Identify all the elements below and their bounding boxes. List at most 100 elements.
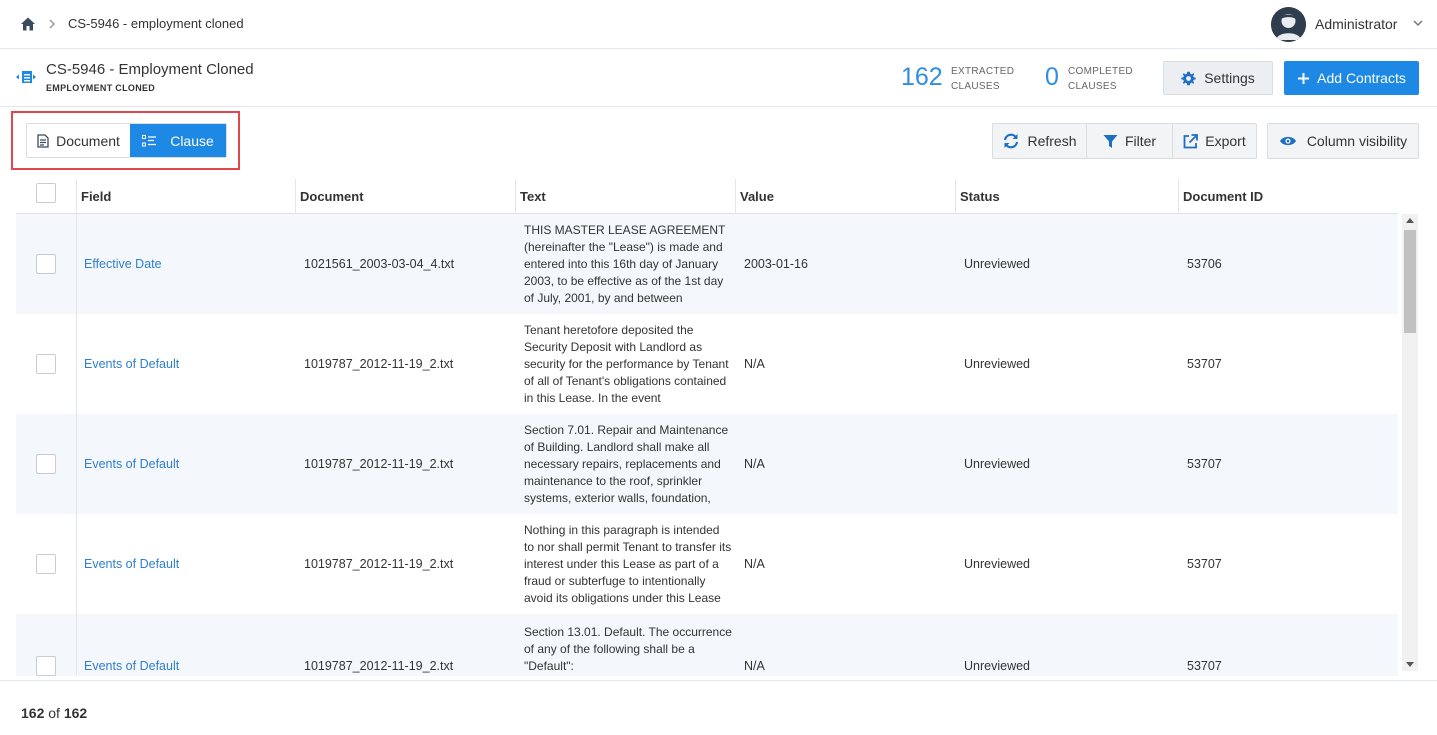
table-row[interactable]: Events of Default 1019787_2012-11-19_2.t… (16, 614, 1398, 676)
filter-button[interactable]: Filter (1087, 124, 1173, 158)
top-bar: CS-5946 - employment cloned Administrato… (0, 0, 1437, 49)
row-count-total: 162 (63, 705, 88, 721)
row-divider (76, 414, 77, 514)
row-document-id: 53707 (1187, 557, 1222, 571)
chevron-down-icon[interactable] (1413, 19, 1423, 27)
row-status: Unreviewed (964, 357, 1031, 371)
add-contracts-button[interactable]: Add Contracts (1284, 61, 1419, 95)
row-text: Section 13.01. Default. The occurrence o… (524, 625, 732, 673)
row-field-link[interactable]: Events of Default (84, 557, 179, 571)
column-header-value[interactable]: Value (735, 179, 955, 214)
settings-button[interactable]: Settings (1163, 61, 1273, 95)
row-checkbox[interactable] (36, 454, 56, 474)
table-row[interactable]: Events of Default 1019787_2012-11-19_2.t… (16, 314, 1398, 414)
row-divider (76, 514, 77, 614)
row-count-shown: 162 (21, 705, 45, 721)
row-status: Unreviewed (964, 257, 1031, 271)
refresh-button[interactable]: Refresh (993, 124, 1087, 158)
column-visibility-button[interactable]: Column visibility (1267, 123, 1419, 159)
table-header: Field Document Text Value Status Documen… (16, 179, 1398, 214)
export-label: Export (1205, 133, 1246, 149)
row-field-link[interactable]: Events of Default (84, 659, 179, 673)
row-value: N/A (744, 659, 765, 673)
column-header-document[interactable]: Document (295, 179, 515, 214)
column-header-document-id[interactable]: Document ID (1178, 179, 1398, 214)
scroll-up-arrow-icon[interactable] (1406, 218, 1414, 223)
plus-icon (1298, 72, 1310, 84)
document-view-button[interactable]: Document (27, 124, 130, 157)
table-row[interactable]: Events of Default 1019787_2012-11-19_2.t… (16, 514, 1398, 614)
scrollbar-thumb[interactable] (1404, 230, 1416, 333)
row-status: Unreviewed (964, 457, 1031, 471)
vertical-scrollbar[interactable] (1402, 214, 1418, 671)
user-name[interactable]: Administrator (1315, 16, 1397, 32)
row-value: N/A (744, 557, 765, 571)
row-status: Unreviewed (964, 659, 1031, 673)
refresh-icon (1004, 133, 1019, 149)
table-row[interactable]: Effective Date 1021561_2003-03-04_4.txt … (16, 214, 1398, 314)
column-header-field[interactable]: Field (76, 179, 295, 214)
row-document-id: 53707 (1187, 659, 1222, 673)
row-status: Unreviewed (964, 557, 1031, 571)
row-document: 1019787_2012-11-19_2.txt (304, 659, 454, 673)
export-button[interactable]: Export (1173, 124, 1256, 158)
column-header-status[interactable]: Status (955, 179, 1178, 214)
row-field-link[interactable]: Events of Default (84, 357, 179, 371)
row-divider (76, 214, 77, 314)
row-divider (76, 614, 77, 676)
chevron-right-icon (49, 19, 56, 29)
row-checkbox[interactable] (36, 554, 56, 574)
row-text: THIS MASTER LEASE AGREEMENT (hereinafter… (524, 223, 726, 305)
row-value: N/A (744, 357, 765, 371)
row-document-id: 53707 (1187, 457, 1222, 471)
row-document-id: 53706 (1187, 257, 1222, 271)
refresh-label: Refresh (1027, 133, 1077, 149)
eye-icon (1279, 136, 1296, 146)
column-visibility-label: Column visibility (1306, 133, 1408, 149)
row-value: N/A (744, 457, 765, 471)
completed-count: 0 (1045, 63, 1059, 91)
extracted-count: 162 (901, 63, 943, 91)
home-icon[interactable] (20, 16, 36, 32)
row-field-link[interactable]: Effective Date (84, 257, 162, 271)
column-header-text[interactable]: Text (515, 179, 735, 214)
table-toolbar: Refresh Filter Export (992, 123, 1257, 159)
external-link-icon (1183, 133, 1199, 148)
project-title: CS-5946 - Employment Cloned (46, 61, 254, 78)
filter-label: Filter (1124, 133, 1157, 149)
row-document-id: 53707 (1187, 357, 1222, 371)
row-checkbox[interactable] (36, 254, 56, 274)
project-icon (16, 71, 36, 83)
document-view-label: Document (56, 132, 120, 149)
row-text: Tenant heretofore deposited the Security… (524, 323, 729, 405)
avatar[interactable] (1271, 7, 1306, 42)
table-row[interactable]: Events of Default 1019787_2012-11-19_2.t… (16, 414, 1398, 514)
row-checkbox[interactable] (36, 354, 56, 374)
table-body: Effective Date 1021561_2003-03-04_4.txt … (16, 214, 1398, 676)
row-field-link[interactable]: Events of Default (84, 457, 179, 471)
table-footer: 162 of 162 (0, 680, 1437, 735)
list-icon (142, 134, 157, 146)
clause-view-button[interactable]: Clause (130, 124, 226, 157)
document-icon (37, 133, 49, 148)
extracted-label-2: CLAUSES (951, 81, 1000, 92)
extracted-label-1: EXTRACTED (951, 66, 1015, 77)
row-divider (76, 314, 77, 414)
user-icon (1271, 7, 1306, 42)
completed-label-1: COMPLETED (1068, 66, 1133, 77)
row-count-of: of (48, 705, 60, 721)
row-value: 2003-01-16 (744, 257, 808, 271)
breadcrumb-current[interactable]: CS-5946 - employment cloned (68, 16, 244, 31)
completed-label-2: CLAUSES (1068, 81, 1117, 92)
row-checkbox[interactable] (36, 656, 56, 676)
clause-view-label: Clause (170, 132, 214, 149)
project-header: CS-5946 - Employment Cloned EMPLOYMENT C… (0, 49, 1437, 107)
view-toggle: Document Clause (26, 123, 227, 158)
scroll-down-arrow-icon[interactable] (1406, 662, 1414, 667)
row-document: 1019787_2012-11-19_2.txt (304, 357, 454, 371)
row-document: 1019787_2012-11-19_2.txt (304, 457, 454, 471)
row-text: Nothing in this paragraph is intended to… (524, 523, 732, 605)
add-contracts-label: Add Contracts (1317, 70, 1406, 86)
select-all-checkbox[interactable] (36, 183, 56, 203)
row-count: 162 of 162 (21, 705, 87, 721)
